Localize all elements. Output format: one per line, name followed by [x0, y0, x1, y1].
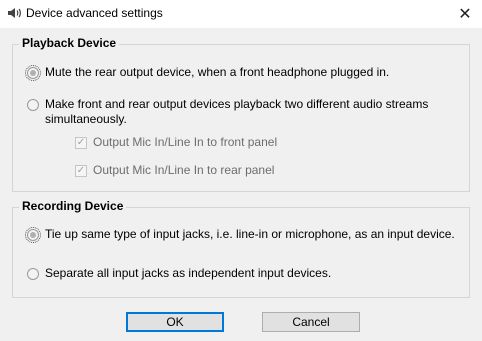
two-streams-label-line2[interactable]: simultaneously. [45, 112, 127, 127]
check-icon: ✓ [76, 165, 86, 176]
speaker-icon [8, 8, 21, 18]
close-button[interactable]: ✕ [448, 0, 482, 28]
recording-legend: Recording Device [19, 199, 127, 213]
cancel-button[interactable]: Cancel [262, 312, 360, 332]
window-title: Device advanced settings [26, 6, 163, 20]
mute-rear-label[interactable]: Mute the rear output device, when a fron… [45, 65, 389, 80]
radio-selected-dot [30, 70, 36, 76]
output-front-label: Output Mic In/Line In to front panel [93, 135, 278, 149]
recording-device-group: Recording Device Tie up same type of inp… [12, 199, 470, 298]
separate-jacks-label[interactable]: Separate all input jacks as independent … [45, 266, 331, 281]
output-rear-label: Output Mic In/Line In to rear panel [93, 163, 275, 177]
two-streams-radio[interactable] [27, 99, 39, 111]
playback-device-group: Playback Device Mute the rear output dev… [12, 36, 470, 192]
check-icon: ✓ [76, 137, 86, 148]
radio-selected-dot [30, 232, 36, 238]
output-rear-checkbox[interactable]: ✓ [75, 165, 87, 177]
playback-legend: Playback Device [19, 36, 120, 50]
output-front-checkbox[interactable]: ✓ [75, 137, 87, 149]
tie-up-jacks-radio[interactable] [25, 227, 41, 243]
title-bar: Device advanced settings ✕ [0, 0, 482, 28]
two-streams-label-line1[interactable]: Make front and rear output devices playb… [45, 97, 428, 112]
mute-rear-radio[interactable] [25, 65, 41, 81]
tie-up-jacks-label[interactable]: Tie up same type of input jacks, i.e. li… [45, 227, 455, 242]
close-icon: ✕ [458, 6, 472, 23]
ok-button[interactable]: OK [126, 312, 224, 332]
separate-jacks-radio[interactable] [27, 268, 39, 280]
